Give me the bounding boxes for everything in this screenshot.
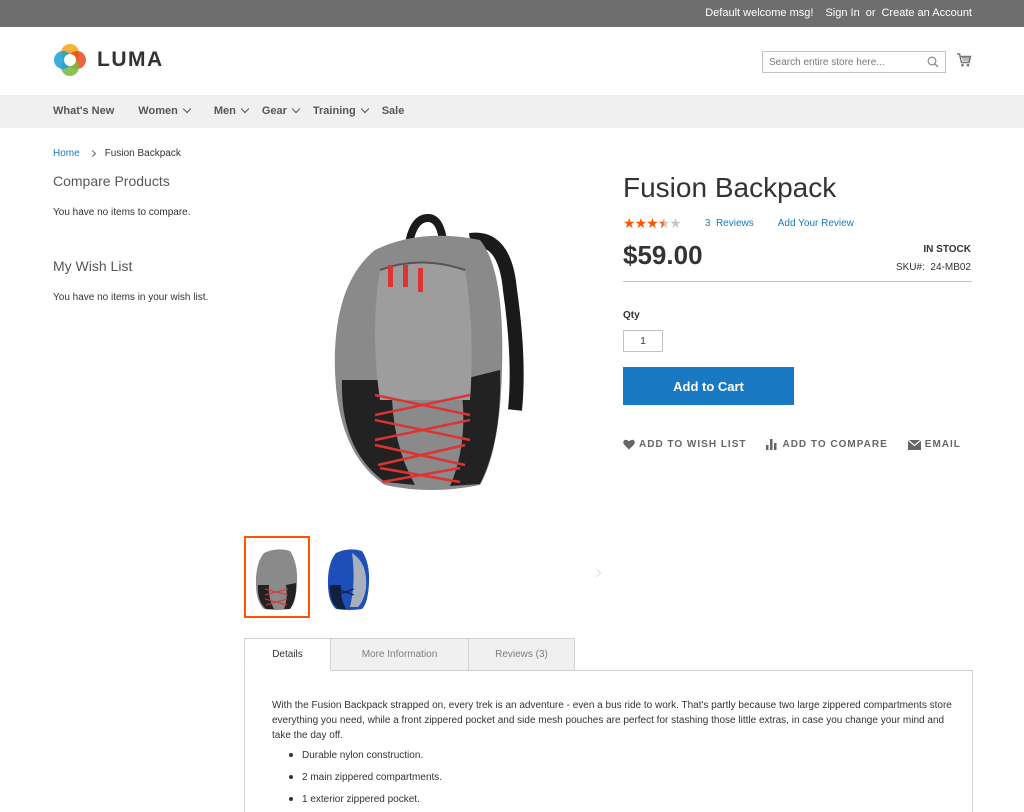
search-box (762, 51, 946, 73)
qty-label: Qty (623, 310, 640, 321)
add-to-cart-button[interactable]: Add to Cart (623, 367, 794, 405)
chevron-down-icon (240, 104, 250, 114)
tab-details[interactable]: Details (244, 638, 331, 671)
chevron-right-icon (88, 149, 96, 158)
compare-icon (766, 439, 777, 450)
tab-label: Details (272, 649, 303, 660)
reviews-count: 3 (704, 217, 711, 229)
list-item: Durable nylon construction. (289, 749, 442, 762)
nav-item-gear[interactable]: Gear (261, 104, 301, 117)
breadcrumb-current: Fusion Backpack (104, 148, 181, 159)
nav-item-men[interactable]: Men (213, 104, 250, 117)
add-to-compare-link[interactable]: ADD TO COMPARE (766, 439, 887, 450)
nav-label: Sale (381, 105, 405, 117)
product-rating: ★ ★ ★ ★ ★ 3 Reviews Add Your Review (623, 216, 854, 230)
tab-more-information[interactable]: More Information (330, 638, 469, 671)
nav-label: What's New (53, 105, 115, 117)
welcome-message: Default welcome msg! (705, 7, 814, 19)
create-account-link[interactable]: Create an Account (881, 7, 972, 19)
product-social-actions: ADD TO WISH LIST ADD TO COMPARE EMAIL (623, 439, 981, 450)
star-icon: ★ (646, 215, 659, 231)
gallery-next-arrow-icon[interactable] (592, 568, 602, 578)
add-to-wish-list-link[interactable]: ADD TO WISH LIST (623, 439, 746, 450)
product-sku: SKU#: 24-MB02 (896, 262, 971, 273)
list-item: 1 exterior zippered pocket. (289, 793, 442, 806)
product-title: Fusion Backpack (623, 172, 837, 203)
email-link[interactable]: EMAIL (907, 439, 961, 450)
logo[interactable]: LUMA (53, 43, 164, 77)
sku-value: 24-MB02 (930, 262, 971, 273)
heart-icon (623, 439, 635, 450)
sku-label: SKU#: (895, 262, 925, 273)
star-icon: ★ (669, 215, 682, 231)
search-input[interactable] (763, 52, 923, 72)
logo-text: LUMA (97, 48, 164, 71)
tab-reviews[interactable]: Reviews (3) (468, 638, 575, 671)
product-description: With the Fusion Backpack strapped on, ev… (272, 700, 952, 741)
wish-list-empty: You have no items in your wish list. (53, 292, 209, 303)
compare-products-title: Compare Products (53, 173, 170, 189)
nav-item-sale[interactable]: Sale (382, 105, 405, 117)
thumbnail-gray[interactable] (244, 536, 310, 618)
compare-products-empty: You have no items to compare. (53, 207, 191, 218)
add-review-link[interactable]: Add Your Review (778, 218, 854, 229)
email-label: EMAIL (924, 439, 961, 450)
list-item: 2 main zippered compartments. (289, 771, 442, 784)
wish-list-title: My Wish List (53, 258, 133, 274)
envelope-icon (907, 439, 921, 450)
chevron-down-icon (291, 104, 301, 114)
nav-label: Men (213, 105, 236, 117)
top-bar: Default welcome msg! Sign In or Create a… (0, 0, 1024, 27)
product-main-image[interactable] (320, 210, 530, 495)
search-icon[interactable] (927, 56, 939, 71)
nav-label: Women (138, 105, 178, 117)
half-star-icon: ★ (657, 215, 671, 231)
or-text: or (865, 7, 876, 19)
nav-label: Gear (261, 105, 287, 117)
nav-label: Training (312, 105, 356, 117)
tab-panel-details: With the Fusion Backpack strapped on, ev… (244, 670, 973, 812)
stock-status: IN STOCK (923, 244, 971, 255)
nav-item-women[interactable]: Women (138, 104, 192, 117)
breadcrumb: Home Fusion Backpack (53, 148, 181, 159)
thumbnail-blue[interactable] (316, 536, 382, 618)
product-price: $59.00 (623, 240, 703, 270)
tab-label: More Information (361, 649, 438, 660)
luma-logo-icon (54, 44, 86, 76)
rating-stars: ★ ★ ★ ★ ★ (623, 215, 682, 231)
star-icon: ★ (634, 215, 648, 231)
compare-label: ADD TO COMPARE (782, 439, 888, 450)
price-divider (623, 281, 972, 282)
star-icon: ★ (623, 215, 636, 231)
feature-list: Durable nylon construction. 2 main zippe… (289, 749, 442, 812)
nav-item-whats-new[interactable]: What's New (53, 105, 114, 117)
product-info-tabs: Details More Information Reviews (3) (244, 638, 575, 671)
qty-input[interactable] (623, 330, 663, 352)
gallery-thumbnails (244, 536, 382, 618)
chevron-down-icon (182, 104, 192, 114)
sign-in-link[interactable]: Sign In (825, 7, 859, 19)
nav-item-training[interactable]: Training (312, 104, 369, 117)
chevron-down-icon (360, 104, 369, 114)
header-links: Default welcome msg! Sign In or Create a… (705, 7, 972, 19)
wish-list-label: ADD TO WISH LIST (639, 439, 747, 450)
tab-label: Reviews (3) (495, 649, 548, 660)
cart-icon[interactable] (956, 52, 972, 71)
breadcrumb-home-link[interactable]: Home (53, 148, 80, 159)
main-nav: What's New Women Men Gear Training Sale (0, 95, 1024, 128)
reviews-link[interactable]: 3 Reviews (705, 218, 754, 229)
reviews-word: Reviews (715, 217, 754, 229)
